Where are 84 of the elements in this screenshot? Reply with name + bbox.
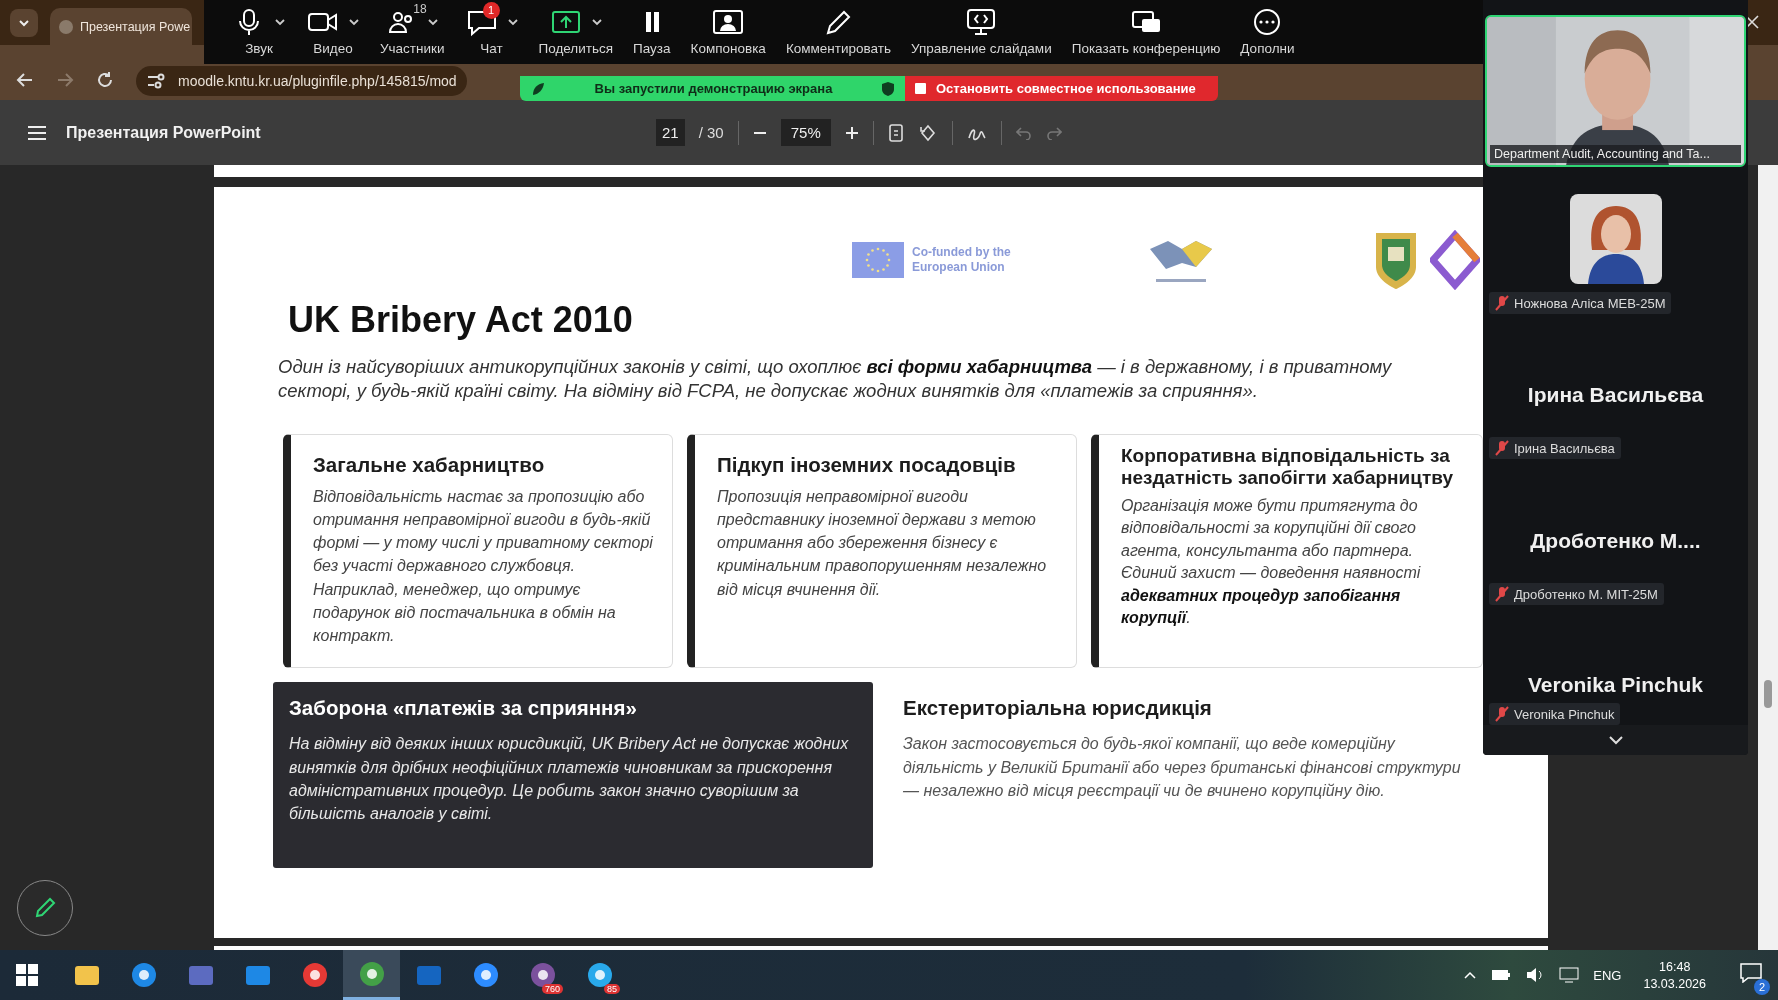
notification-count: 2 (1754, 979, 1770, 995)
toolbar-button[interactable]: 1 Чат (456, 0, 527, 64)
clock-date: 13.03.2026 (1643, 976, 1706, 991)
diamond-logo-icon (1430, 230, 1480, 290)
card-heading: Загальне хабарництво (313, 453, 546, 477)
address-field[interactable]: moodle.kntu.kr.ua/pluginfile.php/145815/mod (136, 66, 467, 96)
section-heading: Екстериторіальна юрисдикція (903, 696, 1213, 721)
page-number-field[interactable]: 21 (656, 119, 685, 146)
participant-tile[interactable]: Ножнова Аліса МЕВ-25М (1483, 167, 1748, 314)
card-heading: Корпоративна відповідальність за нездатність запобігти хабарництву (1121, 445, 1454, 489)
toolbar-button[interactable]: 18 Участники (372, 0, 453, 64)
slide-intro-text: Один із найсуворіших антикорупційних законів у світі, що охоплює всі форми хабарництва — і в державному, і в приватному секторі, у будь-якій країні світу. На відміну від FCPA, не допускає жодних винятків для «платежів за сприяння». (278, 355, 1393, 403)
participant-label: Ірина Васильєва (1489, 437, 1621, 459)
reload-icon[interactable] (96, 71, 114, 89)
participant-label: Ножнова Аліса МЕВ-25М (1489, 292, 1672, 314)
slide-title: UK Bribery Act 2010 (288, 299, 633, 341)
document-title: Презентация PowerPoint (66, 123, 261, 142)
participant-name: Дроботенко М.... (1530, 529, 1701, 553)
toolbar-button[interactable]: Видео (298, 0, 368, 64)
section-text: Закон застосовується до будь-якої компанії, що веде комерційну діяльність у Великій Британії або через британські фінансові структури — незалежно від місця реєстрації чи де вчинено корупційну дію. (903, 734, 1462, 801)
video-name-label: Department Audit, Accounting and Ta... (1490, 145, 1741, 163)
toolbar-button[interactable]: Комментировать (777, 0, 899, 64)
toolbar-button[interactable]: Компоновка (682, 0, 774, 64)
stop-sharing-button[interactable]: Остановить совместное использование (905, 76, 1218, 101)
participant-name: Veronika Pinchuk (1527, 673, 1704, 697)
sharing-status-text: Вы запустили демонстрацию экрана (594, 81, 833, 96)
notification-badge: 85 (604, 984, 620, 994)
taskbar-app[interactable] (343, 950, 400, 1000)
toolbar-button[interactable]: Управление слайдами (903, 0, 1060, 64)
card-text: Відповідальність настає за пропозицію або отримання неправомірної вигоди в будь-якій формі — у тому числі у приватному секторі без участі державного службовця. Наприклад, менеджер, що отримує подарунок від постачальника в обмін на контракт. (313, 486, 654, 646)
card-text: Пропозиція неправомірної вигоди представнику іноземної держави з метою отримання або збереження бізнесу є кримінальним правопорушенням незалежно від місця вчинення дії. (717, 486, 1048, 600)
participant-label: Дроботенко М. MIT-25M (1489, 583, 1664, 605)
taskbar-app[interactable]: 85 (571, 950, 628, 1000)
rotate-icon[interactable] (917, 122, 938, 143)
browser-tab[interactable]: Презентация Powe (50, 8, 193, 45)
tab-title: Презентация Powe (80, 19, 191, 34)
zoom-in-icon[interactable] (844, 125, 859, 140)
app-icon (300, 961, 329, 989)
app-icon (129, 961, 158, 989)
page-count: / 30 (698, 124, 724, 141)
zoom-field[interactable]: 75% (780, 119, 831, 146)
participant-tile[interactable]: Ірина Васильєва Ірина Васильєва (1483, 314, 1748, 459)
undo-icon[interactable] (1015, 125, 1032, 140)
redo-icon[interactable] (1045, 125, 1062, 140)
windows-start-icon[interactable] (16, 964, 38, 986)
participant-name: Ірина Васильєва (1527, 383, 1704, 407)
stop-icon (915, 83, 926, 94)
toolbar-button[interactable]: Пауза (625, 0, 679, 64)
toolbar-button[interactable]: Звук (224, 0, 294, 64)
participant-tile[interactable]: Дроботенко М.... Дроботенко М. MIT-25M (1483, 459, 1748, 605)
pencil-icon (33, 896, 57, 920)
chevron-up-icon[interactable] (1463, 970, 1478, 980)
notification-badge: 760 (541, 984, 563, 994)
card-heading: Підкуп іноземних посадовців (717, 453, 1017, 477)
clock-time: 16:48 (1659, 959, 1691, 974)
eu-flag-icon (852, 242, 904, 278)
annotate-button[interactable] (17, 880, 73, 936)
shield-icon (881, 80, 895, 97)
card-text: На відміну від деяких інших юрисдикцій, UK Bribery Act не допускає жодних винятків для дрібних неофіційних платежів чиновникам за прискорення адміністративних процедур. Це робить закон значно суворішим за більшість аналогів у світі. (289, 734, 850, 824)
app-icon (357, 959, 386, 988)
app-icon (471, 961, 500, 989)
card-text: Організація може бути притягнута до відповідальності за корупційні дії свого агента, консультанта або партнера. Єдиний захист — доведення наявності адекватних процедур запобігання корупції. (1121, 496, 1422, 628)
card-heading: Заборона «платежів за сприяння» (289, 696, 638, 721)
menu-icon[interactable] (28, 125, 46, 140)
site-settings-icon (146, 73, 166, 89)
battery-icon[interactable] (1491, 968, 1512, 982)
chevron-down-icon[interactable] (1607, 735, 1624, 745)
fit-page-icon[interactable] (887, 123, 904, 142)
monitor-icon[interactable] (1559, 967, 1580, 983)
eu-cofunding-text: Co-funded by the European Union (912, 245, 1012, 275)
tab-list-button[interactable] (10, 8, 38, 37)
layout-icon (711, 7, 746, 37)
taskbar-app[interactable]: 760 (514, 950, 571, 1000)
toolbar-button[interactable]: Дополни (1232, 0, 1303, 64)
toolbar-button[interactable]: Поделиться (530, 0, 622, 64)
notifications-icon[interactable] (1740, 963, 1762, 983)
toolbar-button[interactable]: Показать конференцию (1063, 0, 1229, 64)
participant-tile[interactable]: Veronika Pinchuk Veronika Pinchuk (1483, 605, 1748, 725)
back-icon[interactable] (16, 71, 34, 89)
language-indicator[interactable]: ENG (1593, 967, 1622, 983)
leaf-icon (530, 80, 546, 97)
scrollbar[interactable] (1758, 165, 1778, 950)
chevron-down-icon (18, 18, 30, 27)
participant-label: Veronika Pinchuk (1489, 703, 1621, 725)
